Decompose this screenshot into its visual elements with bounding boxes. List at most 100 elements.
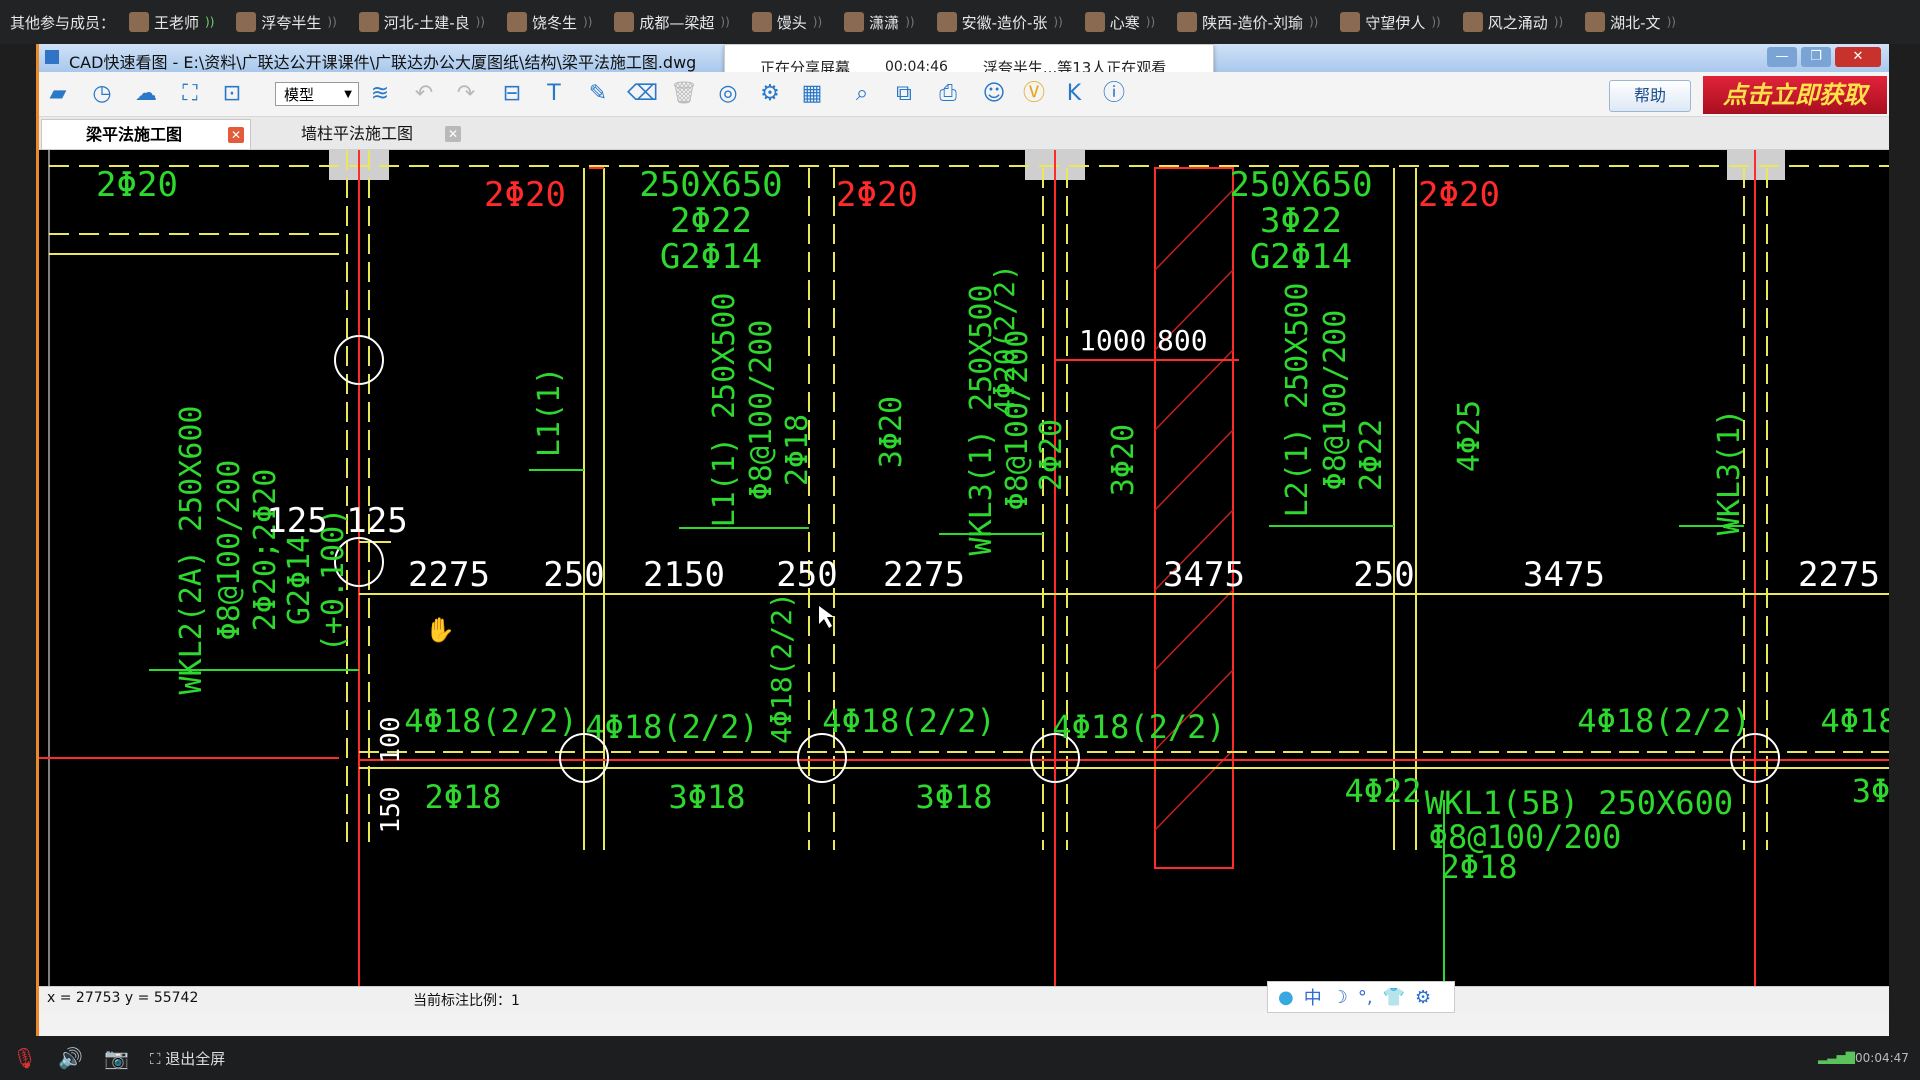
moon-icon[interactable]: ☽: [1332, 987, 1348, 1008]
recent-history-icon[interactable]: ◷: [87, 80, 117, 108]
participant-name: 王老师: [154, 13, 200, 32]
speaking-icon: )): [205, 15, 215, 29]
participant-name: 浮夸半生: [261, 13, 322, 32]
session-time: 00:04:47: [1855, 1051, 1909, 1065]
zoom-window-icon[interactable]: ⊡: [217, 80, 247, 108]
avatar: [1585, 12, 1606, 32]
cloud-icon[interactable]: ☁: [131, 80, 161, 108]
rebar-label: 4Φ25: [1452, 400, 1487, 472]
copy-icon[interactable]: ⧉: [889, 80, 919, 108]
status-bar: x = 27753 y = 55742 当前标注比例：1 ● 中 ☽ °, 👕 …: [39, 981, 1889, 1013]
participant-name: 潇潇: [869, 13, 900, 32]
speaker-icon[interactable]: 🔊: [58, 1046, 83, 1070]
close-icon[interactable]: ✕: [228, 127, 244, 143]
find-icon[interactable]: ⌕: [847, 80, 877, 108]
measure-icon[interactable]: ⊟: [497, 80, 527, 108]
participant-item[interactable]: 守望伊人)): [1340, 12, 1441, 33]
coordinate-readout: x = 27753 y = 55742: [47, 990, 199, 1006]
settings-text-icon[interactable]: ⚙: [755, 80, 785, 108]
layers-icon[interactable]: ≋: [365, 80, 395, 108]
rebar-label: 3Φ18: [915, 778, 992, 816]
participant-item[interactable]: 饶冬生)): [507, 12, 592, 33]
gear-icon[interactable]: ⚙: [1415, 987, 1431, 1008]
mic-muted-icon[interactable]: 🎙: [12, 1046, 37, 1070]
hide-icon[interactable]: ◎: [713, 80, 743, 108]
help-button[interactable]: 帮助: [1609, 80, 1691, 112]
minimize-button[interactable]: —: [1767, 47, 1797, 67]
speaking-icon: )): [475, 15, 485, 29]
exit-fullscreen-label: 退出全屏: [165, 1050, 226, 1068]
avatar: [1177, 12, 1198, 32]
info-icon[interactable]: ⓘ: [1099, 80, 1129, 108]
k-tool-icon[interactable]: K: [1059, 80, 1089, 108]
tab-beam-plan[interactable]: 梁平法施工图 ✕: [41, 119, 251, 149]
rebar-label: 3Φ20: [1106, 424, 1141, 496]
participant-item[interactable]: 河北-土建-良)): [358, 12, 485, 33]
skin-icon[interactable]: 👕: [1383, 987, 1405, 1008]
participant-name: 安徽-造价-张: [961, 13, 1048, 32]
rebar-label: 4Φ18(2/2): [585, 708, 758, 746]
rebar-label: 4Φ22: [1344, 772, 1421, 810]
cad-drawing: 2Φ20 2Φ20 250X650 2Φ22 G2Φ14 2Φ20 250X65…: [39, 150, 1889, 986]
print-icon[interactable]: ⎙: [933, 80, 963, 108]
table-icon[interactable]: ▦: [797, 80, 827, 108]
vip-icon[interactable]: Ⓥ: [1019, 80, 1049, 108]
ime-mode[interactable]: 中: [1304, 984, 1322, 1010]
dimension-label: 250: [1353, 555, 1414, 595]
speaking-icon: )): [905, 15, 915, 29]
text-icon[interactable]: T: [539, 80, 569, 108]
undo-icon[interactable]: ↶: [409, 80, 439, 108]
redo-icon[interactable]: ↷: [451, 80, 481, 108]
open-file-icon[interactable]: ▰: [43, 80, 73, 108]
rebar-label: 2Φ18: [1440, 848, 1517, 886]
rebar-label: 2Φ22: [1354, 419, 1389, 491]
participant-item[interactable]: 潇潇)): [844, 12, 915, 33]
eraser-icon[interactable]: ⌫: [627, 80, 658, 108]
participant-item[interactable]: 湖北-文)): [1585, 12, 1676, 33]
exit-fullscreen-button[interactable]: ⛶ 退出全屏: [150, 1048, 225, 1069]
beam-label: WKL1(5B) 250X600: [1425, 784, 1733, 822]
beam-label: L2(1) 250X500: [1280, 283, 1315, 518]
participant-item[interactable]: 风之涌动)): [1462, 12, 1563, 33]
promo-button[interactable]: 点击立即获取: [1703, 76, 1887, 114]
drawing-canvas[interactable]: 2Φ20 2Φ20 250X650 2Φ22 G2Φ14 2Φ20 250X65…: [39, 150, 1889, 986]
avatar: [1340, 12, 1361, 32]
participant-name: 守望伊人: [1365, 13, 1426, 32]
speaking-icon: )): [720, 15, 730, 29]
participant-item[interactable]: 王老师)): [129, 12, 214, 33]
hand-cursor-icon: ✋: [425, 616, 455, 644]
tab-label: 墙柱平法施工图: [301, 124, 414, 143]
participant-item[interactable]: 心寒)): [1084, 12, 1155, 33]
camera-off-icon[interactable]: 📷: [104, 1046, 129, 1070]
punctuation-icon[interactable]: °,: [1358, 987, 1373, 1008]
beam-label: L1(1) 250X500: [707, 293, 742, 528]
mode-select[interactable]: 模型 ▼: [275, 82, 359, 106]
participant-item[interactable]: 成都—梁超)): [614, 12, 730, 33]
close-button[interactable]: ✕: [1835, 47, 1881, 67]
section-label: 250X650: [1229, 165, 1372, 205]
rebar-label: 4Φ18(2/2): [404, 702, 577, 740]
fit-view-icon[interactable]: ⛶: [175, 80, 205, 108]
close-icon[interactable]: ✕: [445, 126, 461, 142]
rebar-label: 4Φ18(2/2): [1577, 702, 1750, 740]
dimension-label: 2275: [1798, 555, 1880, 595]
dimension-label: 2275: [408, 555, 490, 595]
rebar-label: G2Φ14: [1250, 237, 1352, 277]
pen-icon[interactable]: ✎: [583, 80, 613, 108]
tab-wall-column-plan[interactable]: 墙柱平法施工图 ✕: [257, 119, 467, 149]
participant-item[interactable]: 陕西-造价-刘瑜)): [1177, 12, 1318, 33]
ime-toolbar[interactable]: ● 中 ☽ °, 👕 ⚙: [1267, 981, 1455, 1013]
user-icon[interactable]: ☺: [979, 80, 1009, 108]
dimension-label: 3475: [1163, 555, 1245, 595]
dimension-label: 150: [376, 787, 406, 834]
participant-item[interactable]: 馒头)): [751, 12, 822, 33]
participant-item[interactable]: 安徽-造价-张)): [936, 12, 1063, 33]
delete-icon[interactable]: 🗑: [669, 80, 699, 108]
signal-icon: ▂▃▅▇: [1818, 1050, 1855, 1064]
ime-mascot-icon: ●: [1278, 986, 1294, 1008]
participant-item[interactable]: 浮夸半生)): [236, 12, 337, 33]
dimension-label: 125: [266, 501, 327, 541]
maximize-button[interactable]: ❐: [1801, 47, 1831, 67]
participant-name: 馒头: [776, 13, 807, 32]
rebar-label: 3Φ: [1852, 772, 1889, 810]
